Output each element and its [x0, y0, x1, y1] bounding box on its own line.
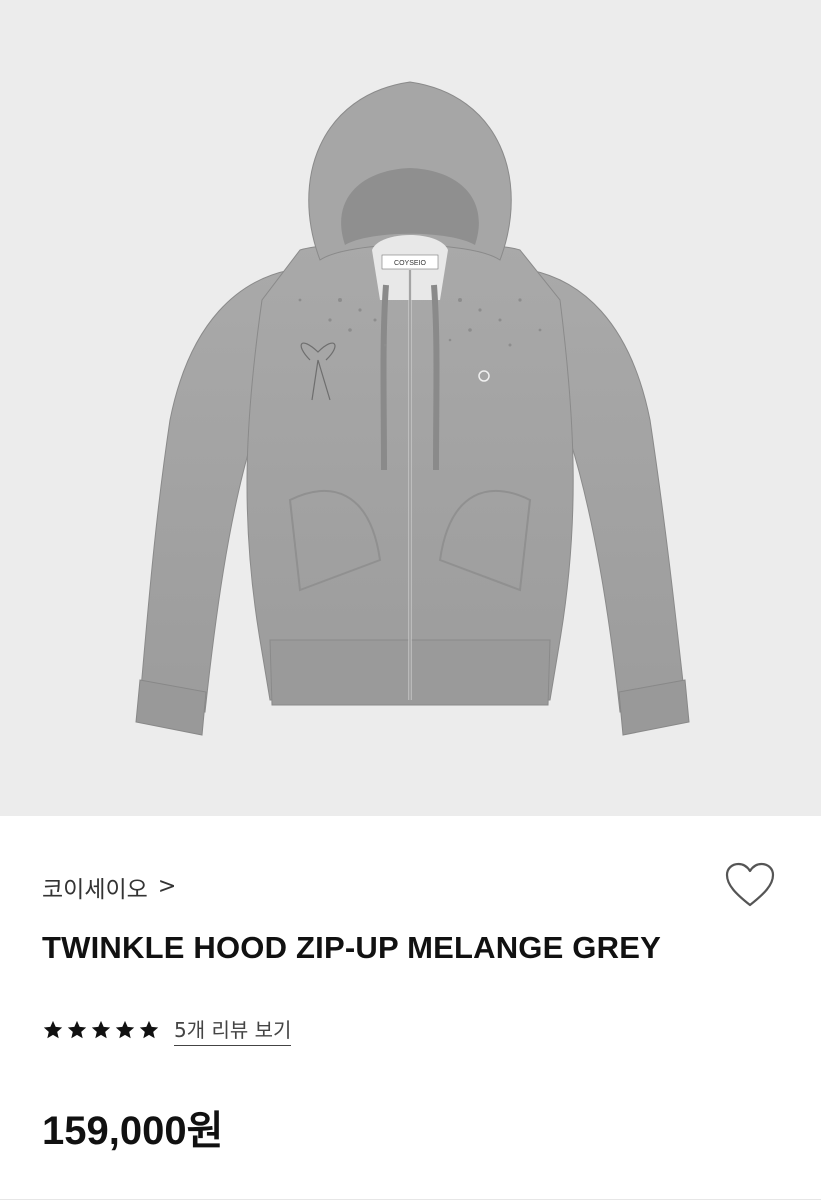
brand-link[interactable]: 코이세이오 > [42, 870, 176, 904]
star-rating [42, 1019, 160, 1041]
hoodie-illustration: COYSEIO [135, 81, 690, 736]
star-icon [139, 1020, 159, 1039]
label-tag-text: COYSEIO [394, 260, 426, 267]
view-reviews-link[interactable]: 5개 리뷰 보기 [174, 1014, 292, 1046]
star-icon [115, 1020, 135, 1039]
wishlist-button[interactable] [723, 860, 777, 910]
product-info-panel: 코이세이오 > TWINKLE HOOD ZIP-UP MELANGE GREY… [0, 816, 821, 1200]
star-icon [91, 1020, 111, 1039]
product-title: TWINKLE HOOD ZIP-UP MELANGE GREY [42, 930, 661, 965]
product-price: 159,000원 [42, 1109, 224, 1153]
chevron-right-icon: > [157, 873, 177, 899]
rating-row: 5개 리뷰 보기 [42, 1014, 292, 1046]
brand-name: 코이세이오 [42, 877, 148, 903]
heart-outline-icon [725, 862, 775, 907]
star-icon [43, 1020, 63, 1039]
product-detail-page: COYSEIO 코이세이오 > TWINKLE HOOD ZIP-UP MELA… [0, 0, 821, 1200]
product-image[interactable]: COYSEIO [0, 0, 821, 816]
star-icon [67, 1020, 87, 1039]
